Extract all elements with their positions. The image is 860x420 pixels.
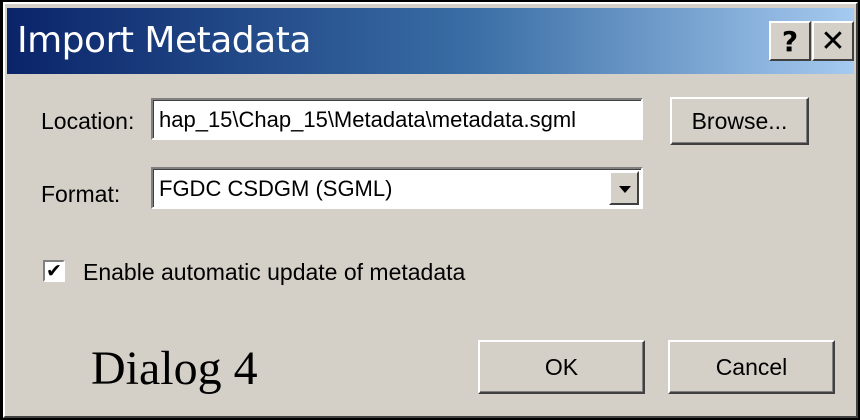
format-selected-value: FGDC CSDGM (SGML): [159, 176, 393, 201]
import-metadata-dialog: Import Metadata ? ✕ Location: hap_15\Cha…: [3, 2, 858, 418]
close-button[interactable]: ✕: [812, 21, 854, 61]
format-select[interactable]: FGDC CSDGM (SGML): [151, 167, 643, 209]
chevron-down-icon[interactable]: [609, 171, 639, 205]
auto-update-checkbox[interactable]: ✔: [43, 260, 65, 282]
location-input[interactable]: hap_15\Chap_15\Metadata\metadata.sgml: [151, 98, 643, 140]
dialog-caption: Dialog 4: [91, 342, 258, 395]
question-mark-icon: ?: [781, 24, 799, 58]
cancel-button[interactable]: Cancel: [668, 340, 835, 394]
help-button[interactable]: ?: [769, 21, 811, 61]
ok-button[interactable]: OK: [478, 340, 645, 394]
format-label: Format:: [41, 181, 121, 207]
browse-button[interactable]: Browse...: [670, 97, 809, 145]
cancel-button-label: Cancel: [715, 353, 788, 380]
close-icon: ✕: [820, 23, 846, 59]
dialog-title: Import Metadata: [17, 20, 311, 61]
browse-button-label: Browse...: [691, 107, 788, 134]
ok-button-label: OK: [544, 353, 579, 380]
location-label: Location:: [41, 108, 135, 134]
title-bar[interactable]: Import Metadata ? ✕: [7, 8, 854, 74]
auto-update-label[interactable]: Enable automatic update of metadata: [83, 259, 465, 286]
location-value: hap_15\Chap_15\Metadata\metadata.sgml: [159, 107, 577, 132]
